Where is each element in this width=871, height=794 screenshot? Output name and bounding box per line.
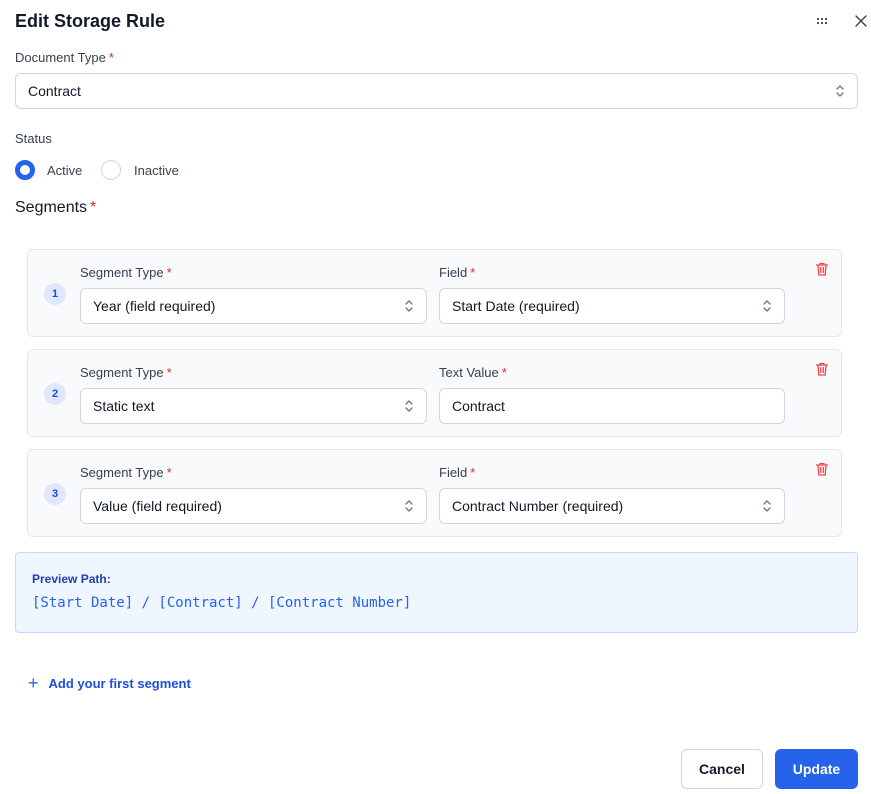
field-select[interactable]: Start Date (required): [439, 288, 785, 324]
dialog-title: Edit Storage Rule: [15, 11, 166, 31]
add-segment-label: Add your first segment: [48, 675, 191, 691]
preview-panel: Preview Path: [Start Date] / [Contract] …: [15, 552, 858, 633]
segment-number: 2: [44, 383, 66, 405]
segments-title: Segments *: [15, 199, 97, 216]
field-select[interactable]: Contract Number (required): [439, 488, 785, 524]
add-segment-button[interactable]: + Add your first segment: [28, 674, 191, 692]
text-value-input[interactable]: Contract: [439, 388, 785, 424]
document-type-label: Document Type *: [15, 50, 114, 65]
segment-type-label: Segment Type *: [80, 265, 172, 280]
segment-type-label: Segment Type *: [80, 365, 172, 380]
close-icon[interactable]: [851, 11, 871, 31]
chevron-updown-icon: [763, 500, 771, 512]
more-dots-icon[interactable]: [812, 11, 832, 31]
plus-icon: +: [28, 673, 39, 693]
chevron-updown-icon: [405, 400, 413, 412]
segment-type-select[interactable]: Value (field required): [80, 488, 427, 524]
required-marker: *: [108, 50, 114, 65]
text-value: Contract: [452, 398, 505, 414]
required-marker: *: [166, 365, 172, 380]
status-label: Status: [15, 131, 52, 146]
chevron-updown-icon: [763, 300, 771, 312]
required-marker: *: [166, 465, 172, 480]
document-type-value: Contract: [28, 83, 81, 99]
segment-number: 1: [44, 283, 66, 305]
document-type-select[interactable]: Contract: [15, 73, 858, 109]
status-inactive-label[interactable]: Inactive: [134, 163, 179, 178]
segment-type-select[interactable]: Static text: [80, 388, 427, 424]
required-marker: *: [501, 365, 507, 380]
cancel-button[interactable]: Cancel: [681, 749, 763, 789]
chevron-updown-icon: [405, 500, 413, 512]
preview-path: [Start Date] / [Contract] / [Contract Nu…: [32, 595, 412, 611]
required-marker: *: [470, 265, 476, 280]
required-marker: *: [90, 199, 97, 216]
required-marker: *: [470, 465, 476, 480]
segment-row: 3 Segment Type * Value (field required) F…: [27, 449, 842, 537]
trash-icon[interactable]: [814, 461, 830, 477]
segment-number: 3: [44, 483, 66, 505]
segment-row: 1 Segment Type * Year (field required) Fi…: [27, 249, 842, 337]
segment-row: 2 Segment Type * Static text Text Value * …: [27, 349, 842, 437]
chevron-updown-icon: [405, 300, 413, 312]
field-value: Contract Number (required): [452, 498, 624, 514]
text-value-label: Text Value *: [439, 365, 507, 380]
chevron-updown-icon: [836, 85, 844, 97]
segment-type-select[interactable]: Year (field required): [80, 288, 427, 324]
field-label: Field *: [439, 265, 476, 280]
segment-type-value: Year (field required): [93, 298, 216, 314]
preview-label: Preview Path:: [32, 572, 111, 586]
status-inactive-radio[interactable]: [101, 160, 121, 180]
status-active-label[interactable]: Active: [47, 163, 82, 178]
field-label: Field *: [439, 465, 476, 480]
trash-icon[interactable]: [814, 261, 830, 277]
segment-type-label: Segment Type *: [80, 465, 172, 480]
segment-type-value: Static text: [93, 398, 155, 414]
update-button[interactable]: Update: [775, 749, 858, 789]
field-value: Start Date (required): [452, 298, 580, 314]
required-marker: *: [166, 265, 172, 280]
segment-type-value: Value (field required): [93, 498, 222, 514]
trash-icon[interactable]: [814, 361, 830, 377]
status-active-radio[interactable]: [15, 160, 35, 180]
